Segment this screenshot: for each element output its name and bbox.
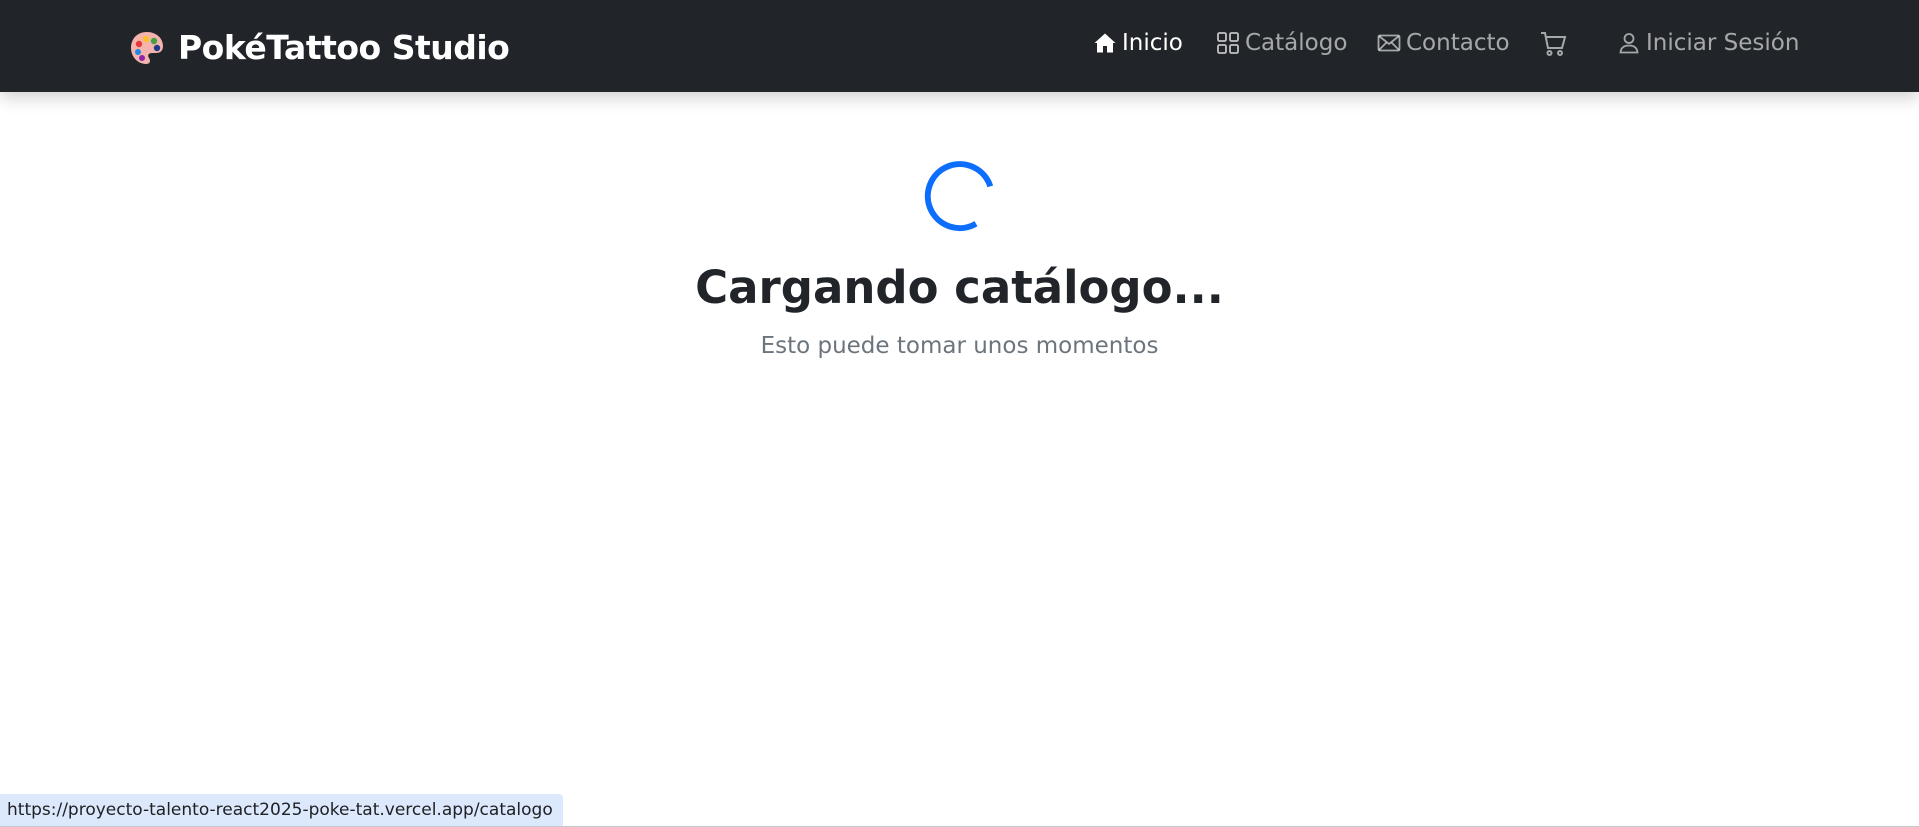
loading-title: Cargando catálogo...: [695, 261, 1224, 314]
grid-icon: [1216, 31, 1240, 55]
envelope-icon: [1377, 31, 1401, 55]
loading-subtitle: Esto puede tomar unos momentos: [760, 333, 1159, 359]
nav-item-catalogo[interactable]: Catálogo: [1216, 30, 1347, 56]
nav-item-cart[interactable]: [1539, 30, 1572, 58]
house-fill-icon: [1093, 31, 1117, 55]
nav-item-contacto[interactable]: Contacto: [1377, 30, 1510, 56]
top-navbar: PokéTattoo Studio Inicio Catálogo Contac…: [0, 0, 1919, 92]
person-icon: [1617, 31, 1641, 55]
nav-menu: Inicio Catálogo Contacto Iniciar Sesión: [0, 30, 1919, 66]
nav-item-label: Inicio: [1122, 30, 1183, 56]
nav-item-label: Iniciar Sesión: [1646, 30, 1800, 56]
loading-spinner-icon: [924, 161, 993, 232]
cart-icon: [1539, 30, 1567, 58]
nav-item-inicio[interactable]: Inicio: [1093, 30, 1183, 56]
loading-section: Cargando catálogo... Esto puede tomar un…: [0, 160, 1919, 360]
nav-item-login[interactable]: Iniciar Sesión: [1617, 30, 1799, 56]
nav-item-label: Catálogo: [1245, 30, 1348, 56]
browser-status-bar: https://proyecto-talento-react2025-poke-…: [0, 794, 563, 827]
nav-item-label: Contacto: [1406, 30, 1510, 56]
